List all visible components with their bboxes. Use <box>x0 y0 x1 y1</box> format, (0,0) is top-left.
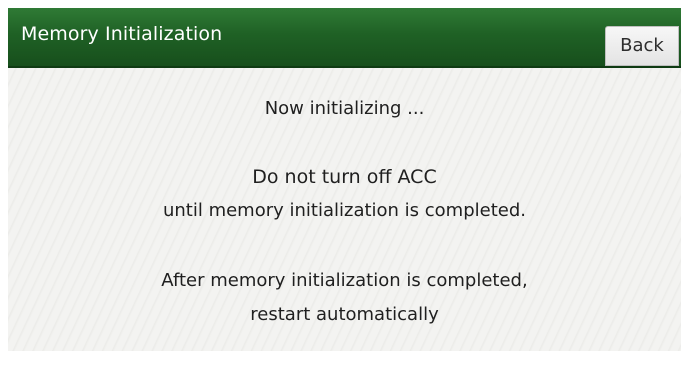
warning-line-1: Do not turn off ACC <box>252 166 437 188</box>
info-line-1: After memory initialization is completed… <box>161 270 528 291</box>
status-message: Now initializing ... <box>264 98 425 119</box>
message-panel: Now initializing ... Do not turn off ACC… <box>8 68 681 351</box>
photo-frame: Memory Initialization Back Now initializ… <box>0 0 682 375</box>
warning-line-2: until memory initialization is completed… <box>162 200 527 221</box>
page-title: Memory Initialization <box>21 23 223 45</box>
info-line-2: restart automatically <box>250 304 439 325</box>
display-screen: Memory Initialization Back Now initializ… <box>8 8 681 351</box>
back-button[interactable]: Back <box>605 26 679 66</box>
title-bar: Memory Initialization Back <box>8 8 681 68</box>
